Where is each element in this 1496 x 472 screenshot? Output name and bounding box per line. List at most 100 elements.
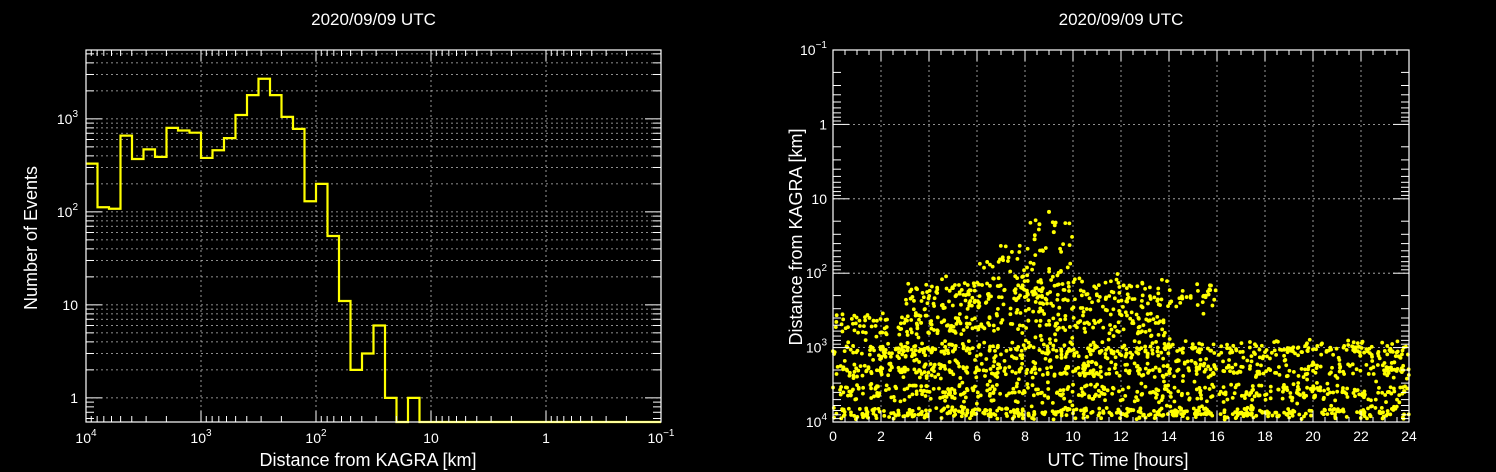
scatter-point (859, 351, 864, 356)
scatter-point (1103, 280, 1108, 285)
scatter-point (1166, 351, 1171, 356)
scatter-point (1031, 292, 1036, 297)
scatter-point (953, 294, 958, 299)
scatter-point (852, 328, 857, 333)
scatter-point (1344, 347, 1349, 352)
scatter-point (1036, 227, 1041, 232)
scatter-point (1079, 386, 1084, 391)
scatter-point (1071, 280, 1076, 285)
scatter-point (1121, 304, 1125, 309)
scatter-point (982, 340, 987, 345)
scatter-point (1061, 242, 1066, 247)
scatter-point (1107, 331, 1112, 336)
scatter-point (1051, 417, 1056, 422)
scatter-point (1375, 363, 1380, 367)
scatter-point (1253, 375, 1258, 379)
scatter-point (995, 313, 999, 318)
scatter-point (841, 367, 845, 372)
scatter-point (867, 316, 872, 320)
scatter-point (1147, 328, 1152, 333)
scatter-point (1388, 346, 1393, 351)
scatter-point (904, 301, 909, 306)
scatter-point (1017, 369, 1022, 374)
scatter-point (1187, 397, 1192, 402)
scatter-point (1176, 389, 1181, 394)
scatter-point (898, 399, 903, 404)
scatter-point (1031, 289, 1036, 294)
scatter-point (1190, 346, 1195, 351)
scatter-point (1265, 409, 1269, 414)
scatter-point (982, 326, 987, 331)
scatter-point (928, 396, 933, 401)
scatter-x-tick-label: 2 (877, 428, 885, 444)
scatter-point (1341, 345, 1346, 350)
scatter-point (1162, 342, 1167, 346)
scatter-x-tick-label: 20 (1305, 428, 1321, 444)
scatter-point (1084, 355, 1089, 359)
scatter-point (1210, 394, 1215, 398)
scatter-point (1382, 361, 1387, 365)
scatter-point (1329, 403, 1334, 408)
scatter-point (1283, 358, 1288, 362)
scatter-point (1264, 348, 1269, 352)
scatter-point (902, 321, 907, 325)
scatter-point (966, 339, 971, 344)
scatter-point (1257, 347, 1262, 352)
scatter-point (1113, 362, 1118, 367)
scatter-point (1318, 364, 1323, 369)
hist-title: 2020/09/09 UTC (311, 10, 436, 29)
scatter-point (1382, 368, 1386, 373)
scatter-point (1303, 367, 1307, 372)
scatter-point (1087, 296, 1092, 301)
scatter-point (1392, 386, 1396, 391)
scatter-point (1166, 304, 1170, 309)
scatter-point (1015, 307, 1020, 312)
scatter-point (1130, 319, 1135, 323)
scatter-point (1021, 343, 1026, 348)
scatter-point (983, 408, 987, 413)
scatter-point (843, 385, 848, 390)
scatter-point (1159, 398, 1164, 403)
scatter-point (1026, 385, 1030, 390)
scatter-point (1159, 350, 1164, 355)
scatter-point (957, 283, 961, 287)
scatter-point (1322, 395, 1326, 400)
scatter-point (923, 346, 927, 351)
scatter-point (1025, 279, 1030, 283)
scatter-point (1357, 350, 1362, 355)
scatter-point (979, 361, 984, 366)
scatter-point (1026, 298, 1031, 303)
scatter-point (1094, 362, 1099, 367)
scatter-x-tick-label: 6 (973, 428, 981, 444)
scatter-point (1228, 369, 1232, 374)
scatter-point (1368, 414, 1373, 419)
scatter-x-tick-label: 0 (829, 428, 837, 444)
scatter-point (1112, 296, 1117, 301)
scatter-point (1064, 364, 1069, 369)
scatter-point (1150, 348, 1155, 353)
scatter-point (861, 391, 865, 396)
scatter-point (878, 347, 883, 352)
scatter-point (1068, 399, 1073, 404)
scatter-point (931, 386, 936, 391)
scatter-point (1387, 390, 1391, 394)
scatter-point (1048, 341, 1053, 345)
scatter-point (886, 341, 890, 346)
scatter-point (1239, 341, 1244, 346)
scatter-point (1130, 352, 1135, 357)
scatter-point (935, 315, 940, 320)
hist-x-tick-label: 102 (305, 428, 327, 446)
scatter-point (1088, 307, 1093, 312)
scatter-point (1068, 261, 1073, 266)
scatter-point (941, 395, 945, 400)
scatter-point (1079, 293, 1084, 298)
scatter-point (1125, 296, 1130, 301)
scatter-point (1051, 347, 1056, 352)
scatter-point (1041, 372, 1045, 377)
scatter-point (1234, 383, 1239, 388)
scatter-point (954, 322, 959, 326)
scatter-point (1287, 368, 1292, 373)
scatter-point (1049, 365, 1053, 370)
scatter-point (1094, 292, 1099, 297)
scatter-point (880, 330, 885, 335)
